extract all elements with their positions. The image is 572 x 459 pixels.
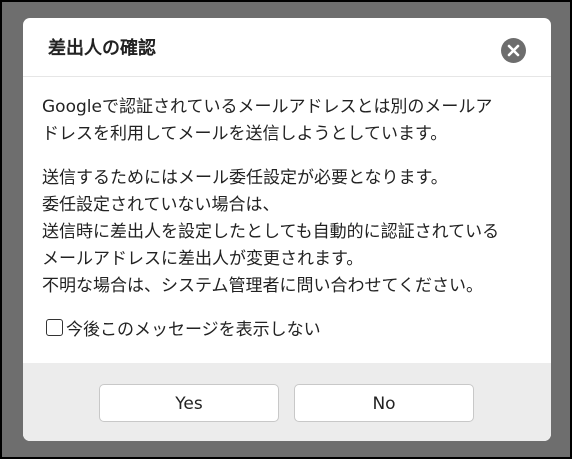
message-line: ドレスを利用してメールを送信しようとしています。: [42, 124, 448, 144]
message-line: 不明な場合は、システム管理者に問い合わせてください。: [42, 276, 483, 296]
yes-button[interactable]: Yes: [99, 384, 279, 422]
message-line: 送信時に差出人を設定したとしても自動的に認証されている: [42, 222, 500, 242]
dialog-title: 差出人の確認: [48, 38, 156, 59]
close-button[interactable]: [501, 38, 526, 63]
message-line: 送信するためにはメール委任設定が必要となります。: [42, 168, 448, 188]
message-line: メールアドレスに差出人が変更されます。: [42, 249, 364, 269]
close-icon: [507, 44, 520, 57]
message-line: 委任設定されていない場合は、: [42, 195, 280, 215]
message-line: Googleで認証されているメールアドレスとは別のメールア: [42, 97, 493, 117]
dialog-footer: Yes No: [23, 363, 551, 441]
message-paragraph-1: Googleで認証されているメールアドレスとは別のメールア ドレスを利用してメー…: [42, 94, 542, 148]
message-paragraph-2: 送信するためにはメール委任設定が必要となります。 委任設定されていない場合は、 …: [42, 165, 542, 300]
dialog-message: Googleで認証されているメールアドレスとは別のメールア ドレスを利用してメー…: [42, 94, 542, 300]
dont-show-again-label[interactable]: 今後このメッセージを表示しない: [66, 315, 321, 340]
dont-show-again-option[interactable]: 今後このメッセージを表示しない: [46, 315, 321, 340]
dialog-header: 差出人の確認: [23, 18, 551, 77]
dont-show-again-checkbox[interactable]: [46, 318, 63, 336]
sender-confirm-dialog: 差出人の確認 Googleで認証されているメールアドレスとは別のメールア ドレス…: [23, 18, 551, 441]
no-button[interactable]: No: [294, 384, 474, 422]
